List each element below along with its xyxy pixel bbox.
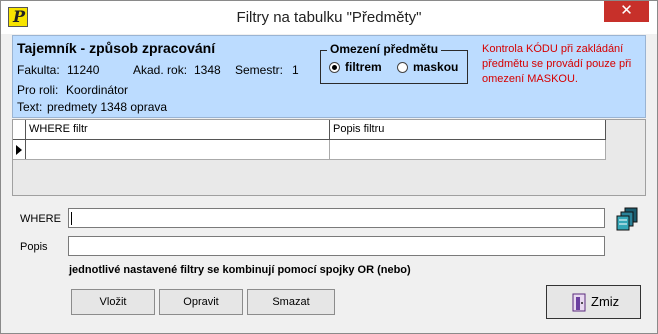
popis-label: Popis [20,241,48,253]
current-row-arrow-icon [16,145,22,155]
exit-door-icon [572,293,586,312]
or-hint: jednotlivé nastavené filtry se kombinují… [69,264,411,276]
cell-where[interactable] [26,140,330,160]
role-label: Pro roli: [17,83,59,97]
text-label: Text: [17,100,43,114]
col-popis[interactable]: Popis filtru [330,120,606,140]
fakulta-value: 11240 [67,63,100,77]
where-input[interactable] [68,208,605,228]
kod-note: Kontrola KÓDU při zakládání předmětu se … [482,43,632,85]
opravit-button[interactable]: Opravit [159,289,243,315]
radio-filtrem[interactable]: filtrem [329,60,382,74]
title-bar[interactable]: P Filtry na tabulku "Předměty" ✕ [1,1,657,34]
rok-label: Akad. rok: [133,63,188,77]
radio-maskou[interactable]: maskou [397,60,458,74]
popis-input[interactable] [68,236,605,256]
grid-header: WHERE filtr Popis filtru [13,120,606,140]
table-row[interactable] [13,140,606,160]
fakulta-label: Fakulta: [17,63,60,77]
where-label: WHERE [20,213,61,225]
row-indicator [13,140,26,159]
panel-heading: Tajemník - způsob zpracování [17,40,216,56]
info-panel: Tajemník - způsob zpracování Fakulta: 11… [12,35,646,118]
smazat-button[interactable]: Smazat [247,289,335,315]
semestr-label: Semestr: [235,63,284,77]
radio-empty-icon [397,61,408,73]
filter-grid[interactable]: WHERE filtr Popis filtru [12,119,646,196]
close-icon: ✕ [620,2,633,19]
filter-builder-icon[interactable] [615,207,639,231]
cell-popis[interactable] [330,140,606,160]
text-value: predmety 1348 oprava [47,100,168,114]
grid-corner [13,120,26,140]
rok-value: 1348 [194,63,221,77]
window-title: Filtry na tabulku "Předměty" [236,9,422,26]
vlozit-button[interactable]: Vložit [71,289,155,315]
text-cursor [71,212,72,225]
close-button[interactable]: ✕ [604,1,649,22]
omezeni-legend: Omezení předmětu [327,42,442,56]
radio-selected-icon [329,61,340,73]
zmiz-button[interactable]: Zmiz [546,285,641,319]
col-where[interactable]: WHERE filtr [26,120,330,140]
filter-dialog: P Filtry na tabulku "Předměty" ✕ Tajemní… [0,0,658,334]
role-value: Koordinátor [66,83,129,97]
semestr-value: 1 [292,63,299,77]
omezeni-group: Omezení předmětu filtrem maskou [320,42,468,84]
